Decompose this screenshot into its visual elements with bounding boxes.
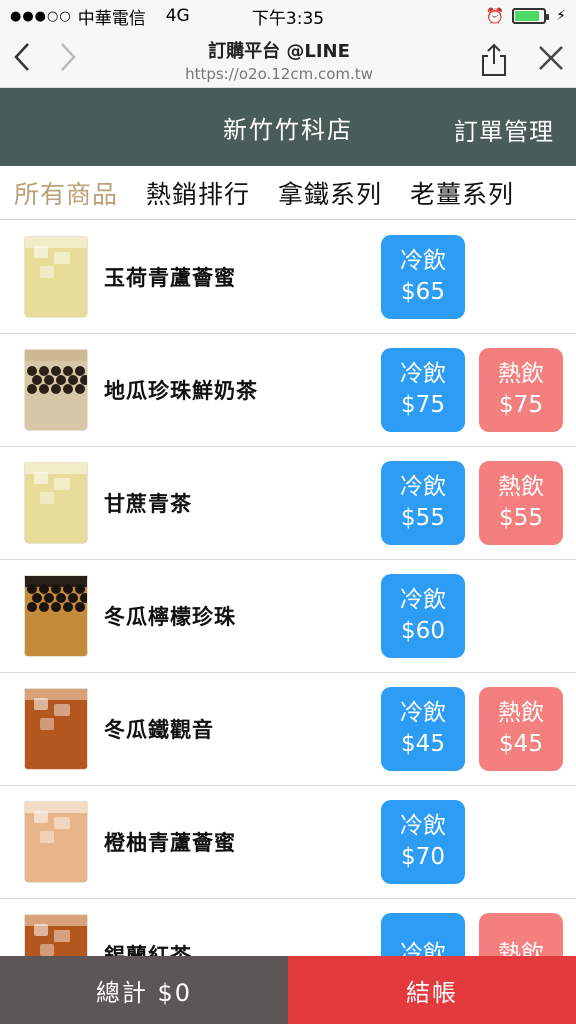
footer-bar: 總計 $0 結帳 (0, 956, 576, 1024)
alarm-icon: ⏰ (485, 7, 505, 25)
status-right: ⏰ ⚡ (485, 7, 566, 25)
tab-3[interactable]: 老薑系列 (396, 175, 528, 211)
cold-drink-price: $45 (401, 731, 445, 757)
cold-drink-button[interactable]: 冷飲 $55 (381, 461, 465, 545)
network-type: 4G (165, 6, 190, 26)
page-title: 訂購平台 @LINE (208, 40, 350, 62)
url-box[interactable]: 訂購平台 @LINE https://o2o.12cm.com.tw (78, 37, 480, 83)
cold-drink-label: 冷飲 (400, 360, 446, 387)
cold-drink-button[interactable]: 冷飲 $65 (381, 235, 465, 319)
product-image (24, 914, 88, 956)
product-image (24, 688, 88, 770)
store-name: 新竹竹科店 (223, 115, 353, 144)
cold-drink-price: $65 (401, 279, 445, 305)
category-tabs: 所有商品 熱銷排行 拿鐵系列 老薑系列 (0, 166, 576, 220)
total-amount: 總計 $0 (0, 956, 288, 1024)
cold-drink-label: 冷飲 (400, 473, 446, 500)
price-buttons: 冷飲 $75 熱飲 $75 (381, 334, 563, 446)
cold-drink-button[interactable]: 冷飲 $75 (381, 348, 465, 432)
product-name: 玉荷青蘆薈蜜 (104, 266, 236, 290)
chevron-left-icon[interactable] (12, 41, 32, 79)
chevron-right-icon[interactable] (58, 41, 78, 79)
product-image (24, 236, 88, 318)
browser-actions (480, 43, 564, 77)
product-row: 冬瓜鐵觀音 冷飲 $45 熱飲 $45 (0, 673, 576, 786)
product-row: 甘蔗青茶 冷飲 $55 熱飲 $55 (0, 447, 576, 560)
status-bar: ●●●○○ 中華電信 4G 下午3:35 ⏰ ⚡ (0, 0, 576, 32)
cold-drink-button[interactable]: 冷飲 $45 (381, 687, 465, 771)
price-buttons: 冷飲 $70 (381, 786, 465, 898)
carrier-name: 中華電信 (77, 8, 146, 29)
product-name: 冬瓜檸檬珍珠 (104, 605, 236, 629)
cold-drink-price: $70 (401, 844, 445, 870)
cold-drink-button[interactable]: 冷飲 $70 (381, 800, 465, 884)
product-image (24, 575, 88, 657)
hot-drink-button[interactable]: 熱飲 (479, 913, 563, 956)
hot-drink-button[interactable]: 熱飲 $55 (479, 461, 563, 545)
hot-drink-price: $45 (499, 731, 543, 757)
price-buttons: 冷飲 $45 熱飲 $45 (381, 673, 563, 785)
signal-strength-icon: ●●●○○ (10, 8, 72, 24)
price-buttons: 冷飲 $60 (381, 560, 465, 672)
hot-drink-price: $75 (499, 392, 543, 418)
hot-drink-button[interactable]: 熱飲 $45 (479, 687, 563, 771)
charging-icon: ⚡ (556, 8, 566, 24)
share-icon[interactable] (480, 43, 508, 77)
cold-drink-button[interactable]: 冷飲 (381, 913, 465, 956)
cold-drink-label: 冷飲 (400, 247, 446, 274)
checkout-button[interactable]: 結帳 (288, 956, 576, 1024)
battery-icon (512, 8, 550, 24)
product-image (24, 462, 88, 544)
order-management-link[interactable]: 訂單管理 (454, 112, 554, 147)
cold-drink-button[interactable]: 冷飲 $60 (381, 574, 465, 658)
price-buttons: 冷飲 熱飲 (381, 899, 563, 956)
product-row: 橙柚青蘆薈蜜 冷飲 $70 (0, 786, 576, 899)
browser-nav (12, 41, 78, 79)
product-image (24, 801, 88, 883)
cold-drink-price: $75 (401, 392, 445, 418)
hot-drink-label: 熱飲 (498, 473, 544, 500)
price-buttons: 冷飲 $55 熱飲 $55 (381, 447, 563, 559)
cold-drink-label: 冷飲 (400, 586, 446, 613)
product-row: 錫蘭紅茶 冷飲 熱飲 (0, 899, 576, 956)
hot-drink-label: 熱飲 (498, 941, 544, 956)
tab-1[interactable]: 熱銷排行 (132, 175, 264, 211)
product-name: 橙柚青蘆薈蜜 (104, 831, 236, 855)
hot-drink-label: 熱飲 (498, 699, 544, 726)
tab-0[interactable]: 所有商品 (0, 175, 132, 211)
product-row: 地瓜珍珠鮮奶茶 冷飲 $75 熱飲 $75 (0, 334, 576, 447)
product-list: 玉荷青蘆薈蜜 冷飲 $65 地瓜珍珠鮮奶茶 冷飲 $75 熱飲 $75 甘蔗青茶 冷飲 $55 熱… (0, 221, 576, 956)
close-icon[interactable] (538, 43, 564, 77)
store-header: 新竹竹科店 訂單管理 (0, 88, 576, 166)
browser-bar: 訂購平台 @LINE https://o2o.12cm.com.tw (0, 32, 576, 88)
cold-drink-price: $55 (401, 505, 445, 531)
page-url: https://o2o.12cm.com.tw (185, 64, 373, 83)
cold-drink-price: $60 (401, 618, 445, 644)
cold-drink-label: 冷飲 (400, 941, 446, 956)
product-row: 玉荷青蘆薈蜜 冷飲 $65 (0, 221, 576, 334)
hot-drink-button[interactable]: 熱飲 $75 (479, 348, 563, 432)
price-buttons: 冷飲 $65 (381, 221, 465, 333)
product-row: 冬瓜檸檬珍珠 冷飲 $60 (0, 560, 576, 673)
hot-drink-price: $55 (499, 505, 543, 531)
battery-level (515, 11, 539, 21)
cold-drink-label: 冷飲 (400, 812, 446, 839)
cold-drink-label: 冷飲 (400, 699, 446, 726)
status-left: ●●●○○ 中華電信 4G (10, 4, 190, 29)
product-image (24, 349, 88, 431)
hot-drink-label: 熱飲 (498, 360, 544, 387)
tab-2[interactable]: 拿鐵系列 (264, 175, 396, 211)
